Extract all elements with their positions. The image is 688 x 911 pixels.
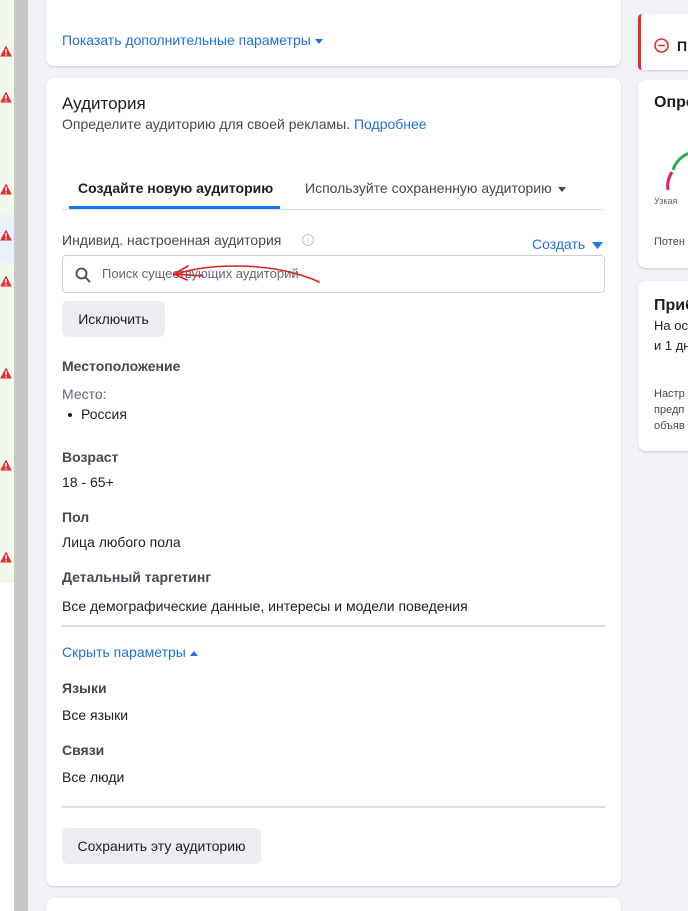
estimate-title: Приб [654,297,688,314]
estimate-line-1: На ос [654,318,688,333]
hide-params-link[interactable]: Скрыть параметры [62,644,198,660]
section-divider [62,625,605,627]
audience-gauge [666,152,688,191]
note-line-3: объяв [654,420,685,432]
tab-use-saved-audience-label: Используйте сохраненную аудиторию [305,180,552,196]
warning-icon[interactable] [0,275,12,287]
red-arrow-annotation [172,265,320,283]
audience-search-field[interactable]: Поиск существующих аудиторий [62,255,605,293]
audience-description: Определите аудиторию для своей рекламы. … [62,116,427,132]
location-title: Местоположение [62,358,181,374]
warning-icon[interactable] [0,229,12,241]
definition-title: Опре [654,94,688,111]
languages-value: Все языки [62,707,129,723]
audience-card: Аудитория Определите аудиторию для своей… [46,78,621,886]
chevron-down-icon [314,38,323,44]
gauge-left-label: Узкая [654,196,678,206]
detailed-targeting-value: Все демографические данные, интересы и м… [62,598,468,614]
show-more-params-label: Показать дополнительные параметры [62,32,311,48]
languages-title: Языки [62,680,107,696]
location-place-value: Россия [81,406,127,422]
chevron-down-icon [557,186,566,192]
age-title: Возраст [62,449,119,465]
section-divider [62,806,605,808]
left-sidebar-strip [0,0,14,911]
warning-icon[interactable] [0,459,12,471]
create-audience-label: Создать [532,236,586,252]
tabs-divider [62,209,605,210]
estimate-card: Приб На ос и 1 дн Настр предп объяв [638,281,688,451]
tab-create-new-audience[interactable]: Создайте новую аудиторию [78,180,273,196]
search-icon [75,267,91,283]
info-icon[interactable]: i [302,234,314,246]
connections-title: Связи [62,742,105,758]
alert-card: П [638,14,688,70]
chevron-up-icon [189,650,198,656]
estimate-line-2: и 1 дн [654,338,688,353]
warning-icon[interactable] [0,45,12,57]
note-line-1: Настр [654,388,685,400]
audience-definition-card: Опре Узкая Потен [638,80,688,268]
advanced-options-card: Показать дополнительные параметры [46,0,621,66]
location-list-item: Россия [68,406,127,422]
warning-icon[interactable] [0,367,12,379]
custom-audience-label: Индивид. настроенная аудитория [62,232,282,248]
save-audience-button[interactable]: Сохранить эту аудиторию [62,828,261,864]
warning-icon[interactable] [0,183,12,195]
gender-title: Пол [62,509,90,525]
show-more-params-link[interactable]: Показать дополнительные параметры [62,32,323,48]
warning-icon[interactable] [0,91,12,103]
potential-label: Потен [654,236,685,248]
next-card [46,898,621,911]
location-place-label: Место: [62,386,107,402]
alert-text: П [677,38,688,54]
audience-description-text: Определите аудиторию для своей рекламы. [62,116,351,132]
create-audience-dropdown[interactable]: Создать [532,236,604,252]
minus-circle-icon [654,38,669,53]
left-strip-blank [0,583,14,911]
connections-value: Все люди [62,769,125,785]
tab-use-saved-audience[interactable]: Используйте сохраненную аудиторию [305,180,566,196]
detailed-targeting-title: Детальный таргетинг [62,569,212,585]
triangle-down-icon [592,241,604,249]
note-line-2: предп [654,404,685,416]
warning-icon[interactable] [0,551,12,563]
hide-params-label: Скрыть параметры [62,644,186,660]
exclude-button[interactable]: Исключить [62,301,165,337]
audience-title: Аудитория [62,94,146,113]
gutter [28,0,46,911]
gender-value: Лица любого пола [62,534,181,550]
age-value: 18 - 65+ [62,474,114,490]
bullet [68,413,72,418]
learn-more-link[interactable]: Подробнее [354,116,427,132]
scrollbar-track[interactable] [14,0,28,911]
